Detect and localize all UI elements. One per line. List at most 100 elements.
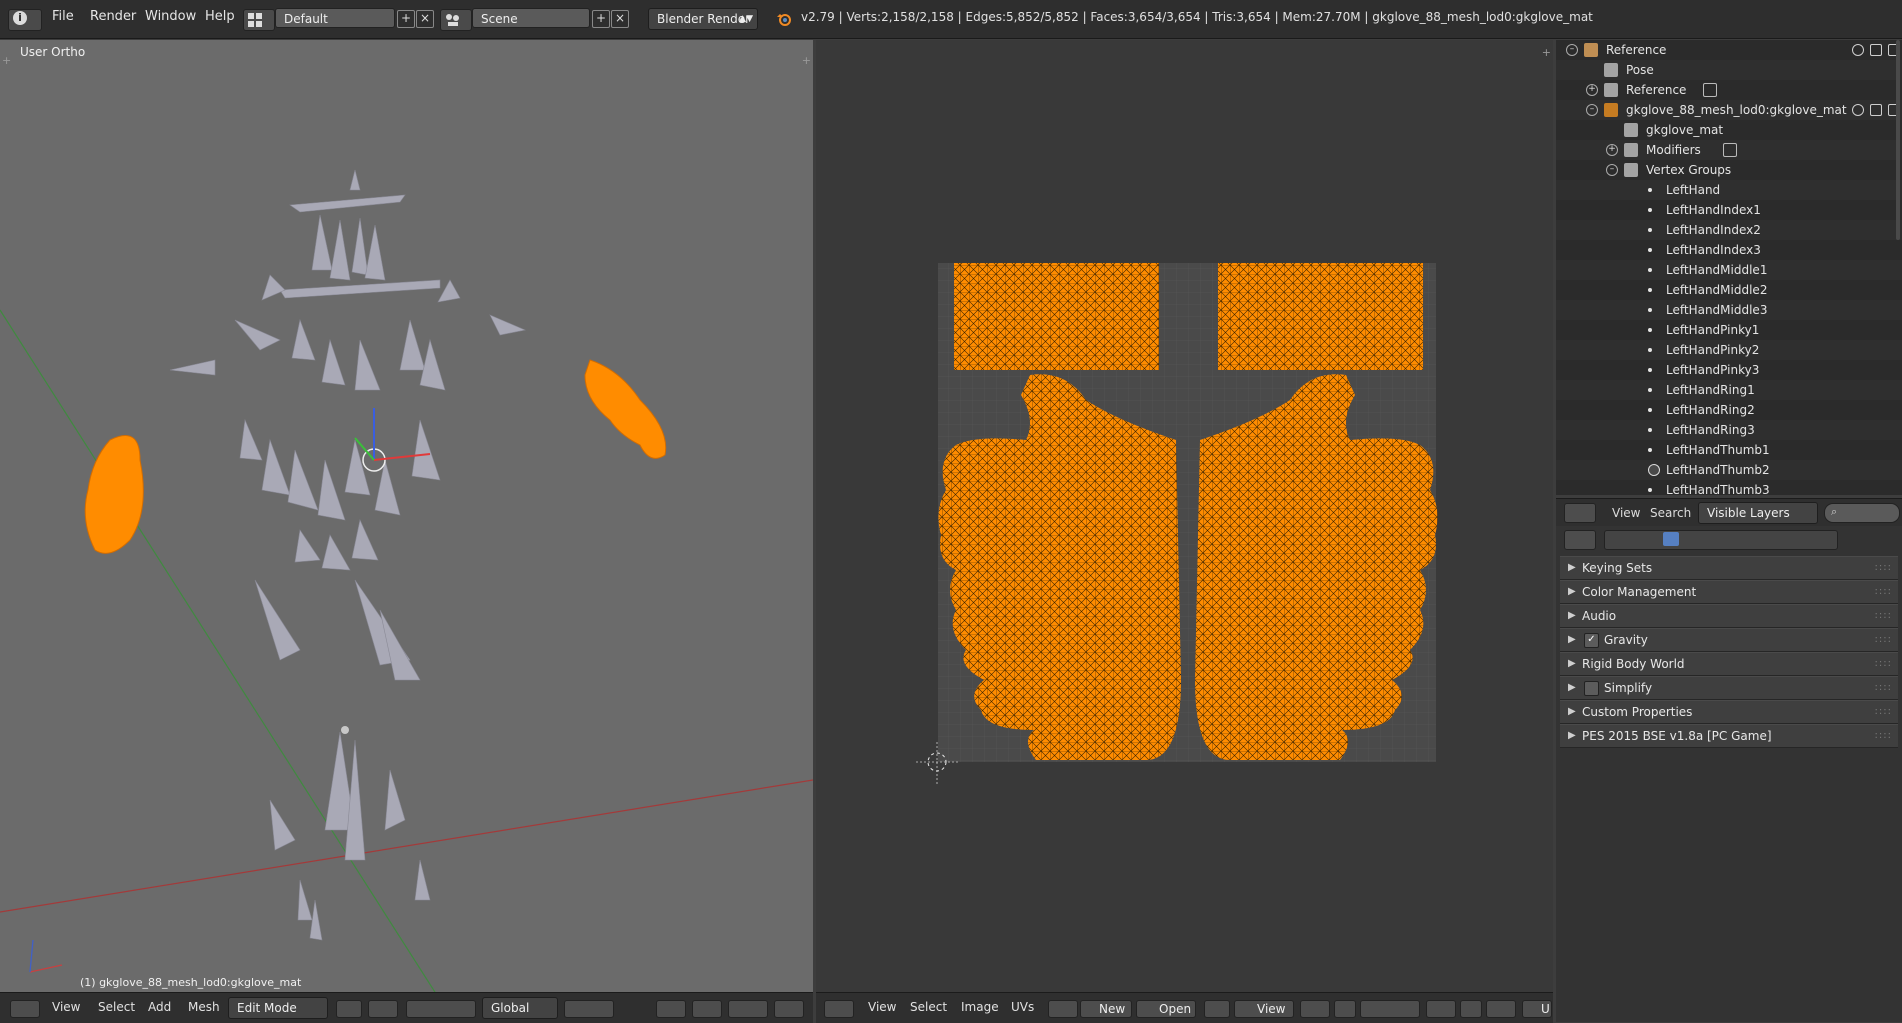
outliner-row[interactable]: LeftHandPinky1 <box>1556 320 1902 340</box>
new-image-button[interactable]: New <box>1080 1000 1132 1018</box>
outliner-menu-view[interactable]: View <box>1612 506 1640 520</box>
outliner-row[interactable]: – gkglove_88_mesh_lod0:gkglove_mat <box>1556 100 1902 120</box>
remove-layout-button[interactable]: × <box>416 10 434 28</box>
outliner-row[interactable]: – Reference <box>1556 40 1902 60</box>
snap-uv-icon[interactable] <box>1486 1000 1516 1018</box>
panel-expand-icon[interactable]: ▶ <box>1568 653 1576 675</box>
sync-icon[interactable] <box>1334 1000 1356 1018</box>
outliner-menu-search[interactable]: Search <box>1650 506 1691 520</box>
cursor-select-icon[interactable] <box>1870 44 1882 56</box>
editor-type-3d-icon[interactable] <box>10 1000 40 1018</box>
add-scene-button[interactable]: + <box>592 10 610 28</box>
shading-icon[interactable] <box>336 1000 362 1018</box>
open-image-button[interactable]: Open <box>1136 1000 1196 1018</box>
panel-drag-handle-icon[interactable]: :::: <box>1875 701 1892 723</box>
properties-panel[interactable]: ▶ Simplify:::: <box>1560 676 1898 700</box>
panel-expand-icon[interactable]: ▶ <box>1568 677 1576 699</box>
properties-panel[interactable]: ▶ Audio:::: <box>1560 604 1898 628</box>
outliner-row[interactable]: LeftHandThumb3 <box>1556 480 1902 495</box>
outliner[interactable]: – Reference Pose + Reference – gkglove_88_mesh… <box>1556 40 1902 495</box>
scene-tab-active-icon[interactable] <box>1663 532 1679 546</box>
scene-field[interactable]: Scene <box>472 8 590 28</box>
properties-panel[interactable]: ▶ ✓ Gravity:::: <box>1560 628 1898 652</box>
uv-image-editor[interactable]: + <box>816 40 1553 992</box>
mode-dropdown[interactable]: Edit Mode <box>228 997 328 1019</box>
outliner-row[interactable]: – Vertex Groups <box>1556 160 1902 180</box>
panel-drag-handle-icon[interactable]: :::: <box>1875 725 1892 747</box>
menu-help[interactable]: Help <box>205 9 235 24</box>
add-layout-button[interactable]: + <box>397 10 415 28</box>
collapse-icon[interactable]: – <box>1566 44 1578 56</box>
panel-drag-handle-icon[interactable]: :::: <box>1875 629 1892 651</box>
3d-menu-select[interactable]: Select <box>98 1000 135 1014</box>
render-engine-dropdown[interactable]: Blender Render ▲▼ <box>648 8 758 30</box>
outliner-row[interactable]: LeftHandThumb1 <box>1556 440 1902 460</box>
uv-menu-uvs[interactable]: UVs <box>1011 1000 1034 1014</box>
outliner-row[interactable]: LeftHand <box>1556 180 1902 200</box>
uv-menu-image[interactable]: Image <box>961 1000 999 1014</box>
display-mode-dropdown[interactable]: Visible Layers <box>1698 502 1818 524</box>
uv-menu-select[interactable]: Select <box>910 1000 947 1014</box>
panel-drag-handle-icon[interactable]: :::: <box>1875 677 1892 699</box>
outliner-row[interactable]: LeftHandMiddle2 <box>1556 280 1902 300</box>
layout-grid-icon[interactable] <box>243 9 275 31</box>
3d-menu-add[interactable]: Add <box>148 1000 171 1014</box>
outliner-row[interactable]: LeftHandRing3 <box>1556 420 1902 440</box>
outliner-row[interactable]: + Modifiers <box>1556 140 1902 160</box>
panel-enable-checkbox[interactable]: ✓ <box>1584 633 1599 648</box>
panel-expand-icon[interactable]: ▶ <box>1568 557 1576 579</box>
properties-panel[interactable]: ▶ Custom Properties:::: <box>1560 700 1898 724</box>
editor-type-properties-icon[interactable] <box>1564 530 1596 550</box>
proportional-edit-icon[interactable] <box>656 1000 686 1018</box>
uv-truncated-button[interactable]: U <box>1522 1000 1552 1018</box>
select-mode-icon[interactable] <box>692 1000 722 1018</box>
panel-expand-icon[interactable]: ▶ <box>1568 725 1576 747</box>
outliner-row[interactable]: Pose <box>1556 60 1902 80</box>
panel-drag-handle-icon[interactable]: :::: <box>1875 653 1892 675</box>
3d-menu-mesh[interactable]: Mesh <box>188 1000 220 1014</box>
panel-drag-handle-icon[interactable]: :::: <box>1875 557 1892 579</box>
outliner-row[interactable]: gkglove_mat <box>1556 120 1902 140</box>
select-mode-uv-icons[interactable] <box>1360 1000 1420 1018</box>
outliner-row[interactable]: LeftHandIndex3 <box>1556 240 1902 260</box>
menu-render[interactable]: Render <box>90 9 136 24</box>
render-preview-icon[interactable] <box>774 1000 804 1018</box>
eye-icon[interactable] <box>1852 44 1864 56</box>
outliner-row[interactable]: LeftHandMiddle1 <box>1556 260 1902 280</box>
layer-buttons-icon[interactable] <box>564 1000 614 1018</box>
properties-context-tabs[interactable] <box>1604 530 1838 550</box>
outliner-row[interactable]: LeftHandRing1 <box>1556 380 1902 400</box>
properties-panel[interactable]: ▶ PES 2015 BSE v1.8a [PC Game]:::: <box>1560 724 1898 748</box>
outliner-row[interactable]: + Reference <box>1556 80 1902 100</box>
pivot-icon[interactable] <box>368 1000 398 1018</box>
armature-mod-icon[interactable] <box>1723 143 1737 157</box>
snap-icon[interactable] <box>728 1000 768 1018</box>
outliner-row[interactable]: LeftHandMiddle3 <box>1556 300 1902 320</box>
outliner-row[interactable]: LeftHandIndex1 <box>1556 200 1902 220</box>
properties-panel[interactable]: ▶ Keying Sets:::: <box>1560 556 1898 580</box>
outliner-row[interactable]: LeftHandRing2 <box>1556 400 1902 420</box>
uv-menu-view[interactable]: View <box>868 1000 896 1014</box>
expand-icon[interactable]: + <box>1606 144 1618 156</box>
panel-drag-handle-icon[interactable]: :::: <box>1875 605 1892 627</box>
image-browse-icon[interactable] <box>1048 1000 1078 1018</box>
manipulator-icons[interactable] <box>406 1000 476 1018</box>
outliner-row[interactable]: LeftHandIndex2 <box>1556 220 1902 240</box>
orientation-dropdown[interactable]: Global <box>482 997 558 1019</box>
screen-layout-field[interactable]: Default <box>275 8 395 28</box>
collapse-icon[interactable]: – <box>1606 164 1618 176</box>
pin-icon[interactable] <box>1204 1000 1230 1018</box>
menu-window[interactable]: Window <box>145 9 196 24</box>
panel-expand-icon[interactable]: ▶ <box>1568 605 1576 627</box>
3d-viewport[interactable]: User Ortho + + (1) gkglove_88_mesh_lod0:… <box>0 40 813 992</box>
eye-icon[interactable] <box>1852 104 1864 116</box>
remove-scene-button[interactable]: × <box>611 10 629 28</box>
bone-icon[interactable] <box>1703 83 1717 97</box>
panel-expand-icon[interactable]: ▶ <box>1568 581 1576 603</box>
panel-expand-icon[interactable]: ▶ <box>1568 629 1576 651</box>
properties-panel[interactable]: ▶ Rigid Body World:::: <box>1560 652 1898 676</box>
panel-drag-handle-icon[interactable]: :::: <box>1875 581 1892 603</box>
uv-view-mode-dropdown[interactable]: View <box>1234 1000 1294 1018</box>
properties-panel[interactable]: ▶ Color Management:::: <box>1560 580 1898 604</box>
menu-file[interactable]: File <box>52 9 74 24</box>
